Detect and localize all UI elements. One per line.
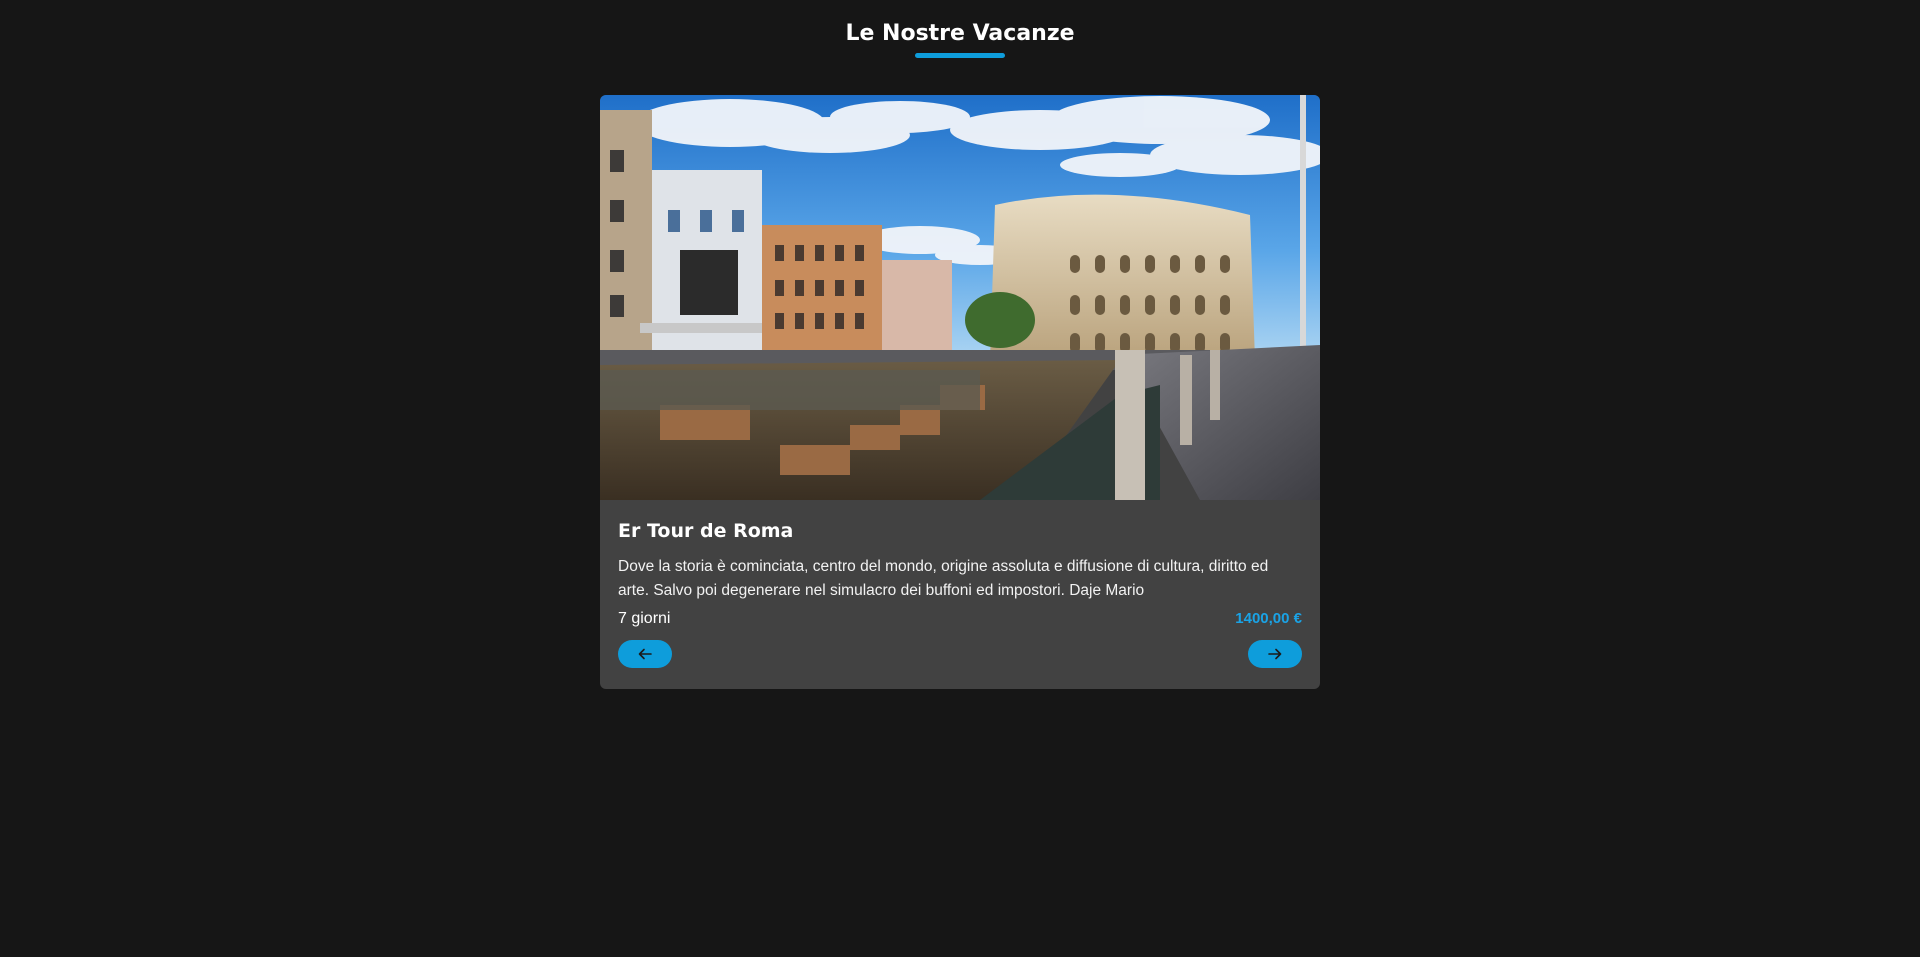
page-title: Le Nostre Vacanze [845, 21, 1075, 46]
card-title: Er Tour de Roma [618, 520, 794, 542]
vacation-card: Er Tour de Roma Dove la storia è cominci… [600, 95, 1320, 689]
card-description: Dove la storia è cominciata, centro del … [618, 558, 1269, 599]
next-button[interactable] [1248, 640, 1302, 668]
card-duration: 7 giorni [618, 610, 671, 627]
previous-button[interactable] [618, 640, 672, 668]
arrow-left-icon [638, 648, 652, 660]
page: Le Nostre Vacanze Er Tour de Roma Dove l… [0, 0, 1920, 957]
arrow-right-icon [1268, 648, 1282, 660]
card-image [600, 95, 1320, 500]
title-underline [915, 53, 1005, 58]
card-body: Er Tour de Roma Dove la storia è cominci… [600, 500, 1320, 689]
card-price: 1400,00 € [1235, 610, 1302, 627]
